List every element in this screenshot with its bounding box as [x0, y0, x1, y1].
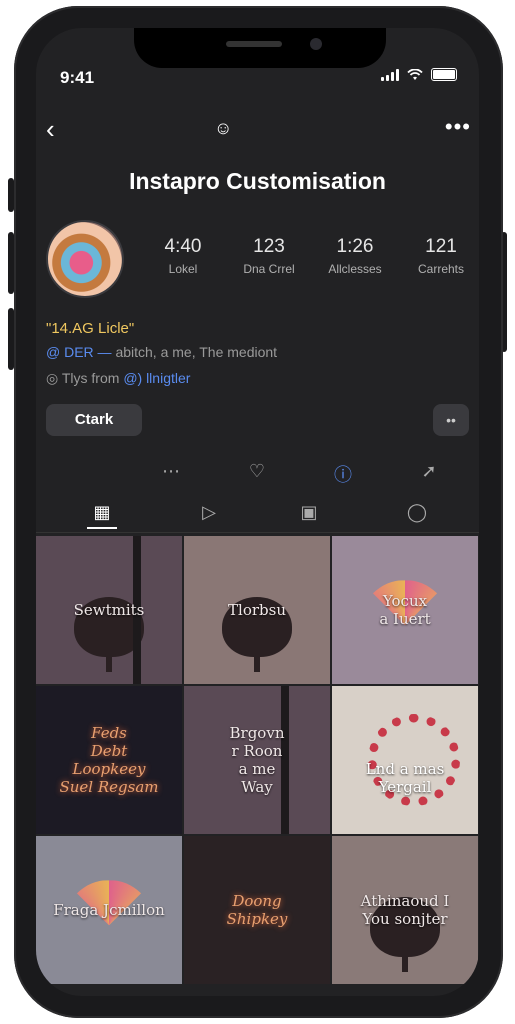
trunk-shape — [106, 632, 112, 673]
stat-item[interactable]: 123 Dna Crrel — [226, 236, 312, 276]
camera — [310, 38, 322, 50]
post-grid: Sewtmits Tlorbsu Yocux a Iuert Feds Debt Lo… — [36, 536, 479, 984]
profile-stats: 4:40 Lokel 123 Dna Crrel 1:26 Allclesses 12… — [140, 236, 479, 276]
post-caption: Tlorbsu — [228, 601, 286, 619]
stat-value: 4:40 — [164, 236, 202, 257]
grid-post[interactable]: Fraga Jcmillon — [36, 836, 182, 984]
trunk-shape — [254, 632, 260, 673]
back-icon[interactable]: ‹ — [46, 114, 55, 145]
tab-saved[interactable]: ▣ — [294, 502, 324, 523]
grid-post[interactable]: Athinaoud I You sonjter — [332, 836, 478, 984]
stat-label: Dna Crrel — [243, 262, 295, 276]
grid-post[interactable]: Lnd a mas Yergail — [332, 686, 478, 834]
page-title: Instapro Customisation — [129, 168, 386, 194]
fan-shape — [64, 880, 154, 926]
screen: 9:41 ‹ ☺ ••• Instapro Customisation 4:40… — [36, 28, 479, 996]
stat-item[interactable]: 1:26 Allclesses — [312, 236, 398, 276]
threads-icon[interactable]: ☺ — [214, 118, 232, 139]
bio-description: @ DER — abitch, a me, The mediont — [46, 344, 277, 360]
bio-mention-link[interactable]: @ DER — — [46, 344, 112, 360]
tab-reels[interactable]: ▷ — [194, 502, 224, 523]
post-caption: Lnd a mas Yergail — [365, 760, 445, 796]
stat-label: Allclesses — [328, 262, 382, 276]
notch — [134, 28, 386, 68]
nav-bar: ‹ ☺ ••• — [36, 114, 479, 144]
wifi-icon — [407, 68, 423, 80]
avatar[interactable] — [46, 220, 124, 298]
followed-text: Tlys from — [61, 370, 124, 386]
post-caption: Fraga Jcmillon — [53, 901, 165, 919]
grid-post[interactable]: Feds Debt Loopkeey Suel Regsam — [36, 686, 182, 834]
battery-icon — [431, 68, 457, 81]
status-time: 9:41 — [60, 68, 95, 87]
post-caption: Sewtmits — [73, 601, 145, 619]
signal-icon — [381, 68, 399, 81]
content-tabs: ▦ ▷ ▣ ◯ — [36, 498, 479, 533]
grid-view-icon[interactable]: ⋯ — [156, 461, 186, 482]
stat-value: 123 — [253, 236, 285, 257]
stat-label: Carrehts — [417, 262, 464, 276]
share-icon[interactable]: ➚ — [414, 461, 444, 482]
more-options-button[interactable]: •• — [433, 404, 469, 436]
followed-link[interactable]: @) llnigtler — [123, 370, 190, 386]
tab-posts[interactable]: ▦ — [87, 502, 117, 529]
grid-post[interactable]: Tlorbsu — [184, 536, 330, 684]
action-row: ⋯ ♡ ⓘ ➚ — [36, 461, 479, 485]
grid-post[interactable]: Brgovn r Roon a me Way — [184, 686, 330, 834]
status-icons — [381, 68, 457, 81]
threads-badge-icon: ◎ — [46, 370, 62, 386]
profile-action-button[interactable]: Ctark — [46, 404, 142, 436]
tab-tagged[interactable]: ◯ — [402, 502, 432, 523]
post-caption: Feds Debt Loopkeey Suel Regsam — [59, 724, 159, 796]
bio-text: abitch, a me, The mediont — [111, 344, 278, 360]
speaker — [226, 41, 282, 47]
stat-value: 1:26 — [336, 236, 374, 257]
post-caption: Athinaoud I You sonjter — [360, 892, 450, 928]
post-caption: Yocux a Iuert — [379, 592, 431, 628]
grid-post[interactable]: Doong Shipkey — [184, 836, 330, 984]
stat-item[interactable]: 121 Carrehts — [398, 236, 479, 276]
heart-icon[interactable]: ♡ — [242, 461, 272, 482]
more-icon[interactable]: ••• — [445, 114, 471, 140]
post-caption: Doong Shipkey — [226, 892, 288, 928]
post-caption: Brgovn r Roon a me Way — [229, 724, 285, 796]
stat-label: Lokel — [168, 262, 198, 276]
trunk-shape — [402, 932, 408, 973]
stat-value: 121 — [425, 236, 457, 257]
bio-name: "14.AG Licle" — [46, 320, 135, 337]
grid-post[interactable]: Yocux a Iuert — [332, 536, 478, 684]
stat-item[interactable]: 4:40 Lokel — [140, 236, 226, 276]
info-icon[interactable]: ⓘ — [328, 461, 358, 487]
grid-post[interactable]: Sewtmits — [36, 536, 182, 684]
bio-followed-by: ◎ Tlys from @) llnigtler — [46, 370, 190, 387]
